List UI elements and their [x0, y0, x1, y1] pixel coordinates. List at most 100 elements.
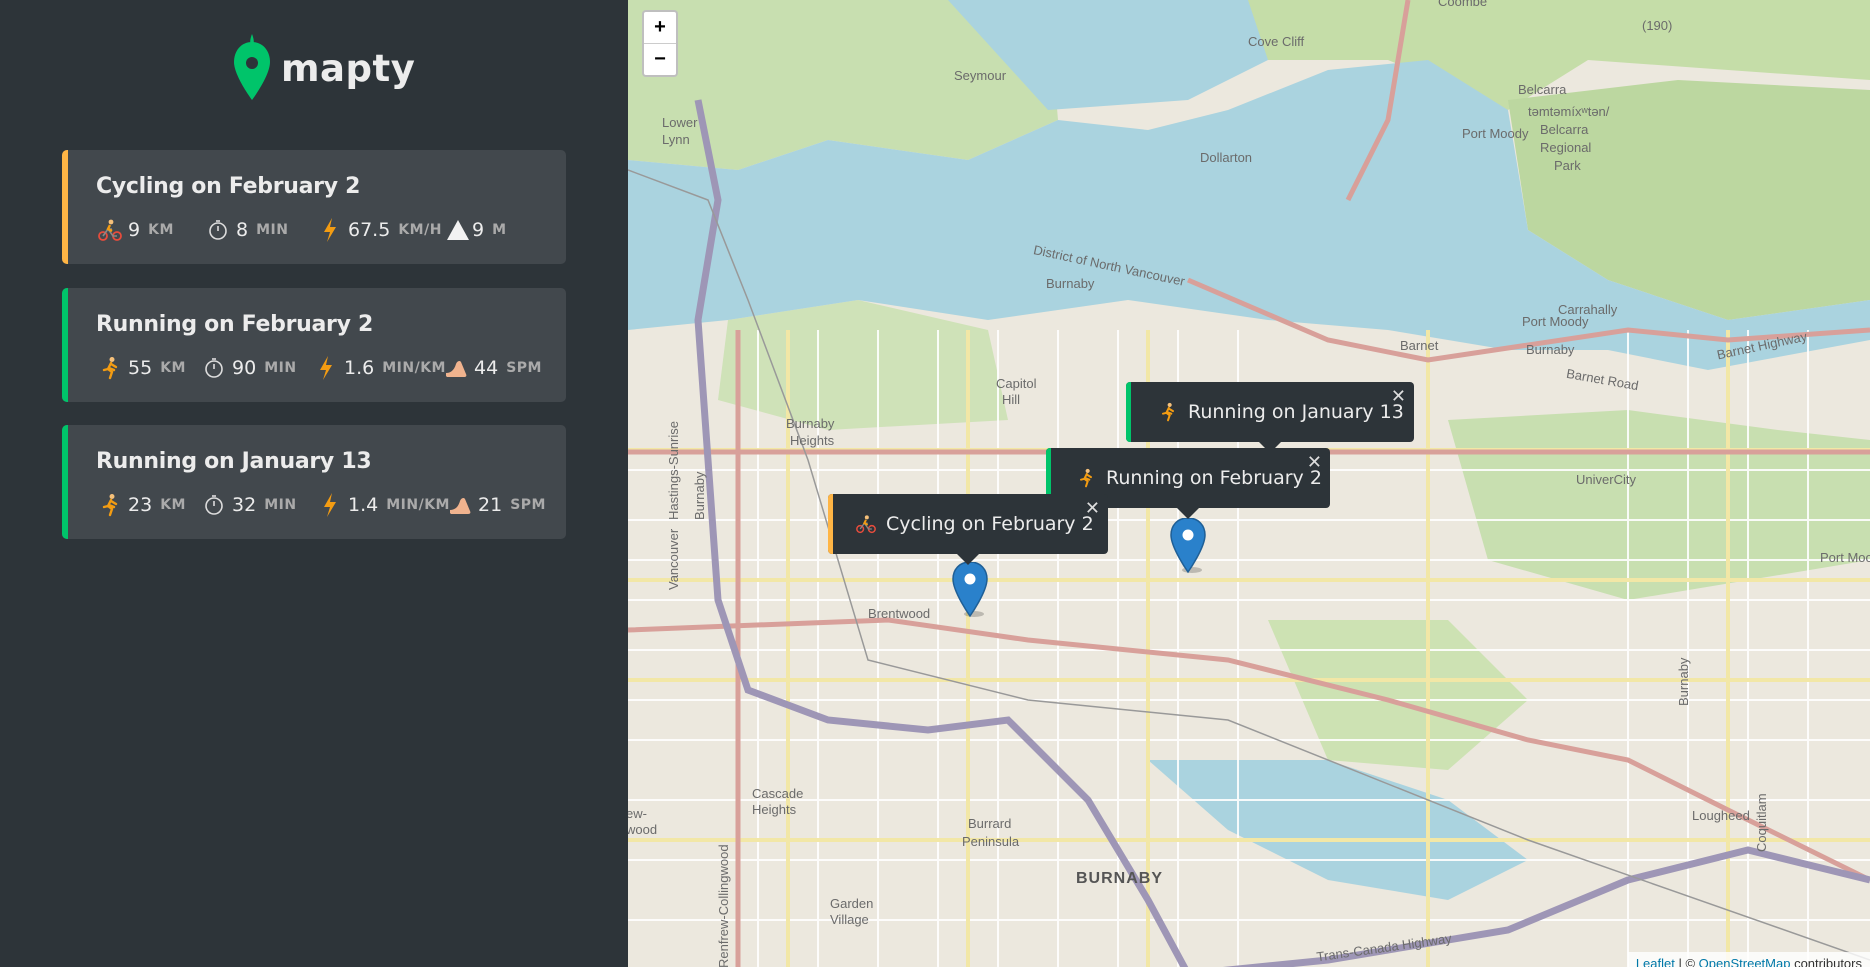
place-label-regional: Regional: [1540, 140, 1592, 155]
runner-icon: [98, 356, 122, 380]
footprint-icon: [448, 493, 472, 517]
place-label-tamtamixwtan: təmtəmíxʷtən/: [1528, 104, 1610, 119]
duration-value: 8: [236, 219, 249, 241]
duration-unit: MIN: [264, 360, 297, 376]
speed-unit: KM/H: [398, 222, 442, 238]
popup-tip: [956, 553, 980, 565]
zoom-control: + −: [642, 10, 678, 77]
workout-item-running-feb-2[interactable]: Running on February 2 55 KM 90 MIN 1.6 M…: [62, 288, 566, 402]
place-label-burnaby-v2: Burnaby: [1676, 657, 1691, 706]
place-label-lynn: Lynn: [662, 132, 690, 147]
workout-type-stripe: [62, 288, 68, 402]
footprint-icon: [444, 356, 468, 380]
popup-label: Running on January 13: [1188, 401, 1404, 423]
speed-value: 67.5: [348, 219, 391, 241]
close-icon[interactable]: ✕: [1391, 386, 1406, 407]
lightning-icon: [318, 218, 342, 242]
runner-icon: [1076, 468, 1096, 488]
place-label-seymour: Seymour: [954, 68, 1007, 83]
pace-unit: MIN/KM: [386, 497, 450, 513]
workout-type-stripe: [62, 425, 68, 539]
place-label-village: Village: [830, 912, 869, 927]
place-label-hill: Hill: [1002, 392, 1021, 407]
place-label-park: Park: [1554, 158, 1581, 173]
map-marker-cycling[interactable]: [952, 562, 988, 618]
workout-title: Cycling on February 2: [96, 174, 361, 199]
pace-value: 1.6: [344, 357, 375, 379]
place-label-burnaby-heights: Burnaby: [786, 416, 835, 431]
sidebar: mapty Cycling on February 2 9 KM 8 MIN 6…: [0, 0, 628, 967]
workout-detail-distance: 55 KM: [98, 356, 186, 380]
runner-icon: [98, 493, 122, 517]
route-190: (190): [1642, 18, 1673, 33]
workout-detail-elevation: 9 M: [446, 218, 507, 242]
distance-unit: KM: [160, 497, 186, 513]
distance-value: 23: [128, 494, 153, 516]
workout-item-cycling-feb-2[interactable]: Cycling on February 2 9 KM 8 MIN 67.5 KM…: [62, 150, 566, 264]
distance-value: 9: [128, 219, 141, 241]
place-label-burnaby-big: BURNABY: [1076, 870, 1163, 887]
workout-detail-cadence: 44 SPM: [444, 356, 542, 380]
workout-title: Running on February 2: [96, 312, 373, 337]
duration-value: 32: [232, 494, 257, 516]
popup-label: Running on February 2: [1106, 467, 1322, 489]
duration-value: 90: [232, 357, 257, 379]
pace-unit: MIN/KM: [382, 360, 446, 376]
place-label-lower: Lower: [662, 115, 698, 130]
zoom-out-button[interactable]: −: [644, 43, 676, 75]
workout-detail-pace: 1.6 MIN/KM: [314, 356, 446, 380]
place-label-port-moody: Port Moody: [1462, 126, 1529, 141]
workout-detail-cadence: 21 SPM: [448, 493, 546, 517]
place-label-garden: Garden: [830, 896, 874, 911]
map-marker-running[interactable]: [1170, 518, 1206, 574]
distance-unit: KM: [148, 222, 174, 238]
popup-type-stripe: [1126, 382, 1131, 442]
place-label-cove-cliff: Cove Cliff: [1248, 34, 1305, 49]
pace-value: 1.4: [348, 494, 379, 516]
place-label-port-moo: Port Moo: [1820, 550, 1870, 565]
popup-label: Cycling on February 2: [886, 513, 1094, 535]
place-label-cascade: Cascade: [752, 786, 804, 801]
runner-icon: [1158, 402, 1178, 422]
map[interactable]: Coombe Cove Cliff Seymour Lower Lynn Dol…: [628, 0, 1870, 967]
workout-detail-duration: 32 MIN: [202, 493, 297, 517]
stopwatch-icon: [202, 356, 226, 380]
cadence-value: 44: [474, 357, 499, 379]
place-label-brentwood: Brentwood: [868, 606, 931, 621]
distance-unit: KM: [160, 360, 186, 376]
place-label-capitol: Capitol: [996, 376, 1037, 391]
leaflet-link[interactable]: Leaflet: [1636, 956, 1675, 967]
cyclist-icon: [856, 514, 876, 534]
place-label-dollarton: Dollarton: [1200, 150, 1253, 165]
lightning-icon: [318, 493, 342, 517]
duration-unit: MIN: [256, 222, 289, 238]
map-attribution: Leaflet | © OpenStreetMap contributors: [1627, 952, 1870, 967]
place-label-port-moody-2: Port Moody: [1522, 314, 1589, 329]
logo: mapty: [233, 34, 415, 102]
place-label-wood: wood: [628, 822, 658, 837]
workout-title: Running on January 13: [96, 449, 372, 474]
zoom-in-button[interactable]: +: [644, 12, 676, 43]
stopwatch-icon: [202, 493, 226, 517]
map-popup-cycling-feb-2[interactable]: Cycling on February 2 ✕: [828, 494, 1108, 565]
workout-type-stripe: [62, 150, 68, 264]
map-popup-running-jan-13[interactable]: Running on January 13 ✕: [1126, 382, 1414, 453]
place-label-burrard: Burrard: [968, 816, 1012, 831]
close-icon[interactable]: ✕: [1307, 452, 1322, 473]
place-label-renfrew-collingwood: Renfrew-Collingwood: [716, 844, 731, 967]
workout-detail-distance: 9 KM: [98, 218, 174, 242]
place-label-barnet: Barnet: [1400, 338, 1439, 353]
duration-unit: MIN: [264, 497, 297, 513]
attribution-tail: contributors: [1790, 955, 1862, 967]
cadence-value: 21: [478, 494, 503, 516]
place-label-cascade-heights: Heights: [752, 802, 797, 817]
place-label-coquitlam: Coquitlam: [1754, 793, 1769, 852]
close-icon[interactable]: ✕: [1085, 498, 1100, 519]
workout-item-running-jan-13[interactable]: Running on January 13 23 KM 32 MIN 1.4 M…: [62, 425, 566, 539]
stopwatch-icon: [206, 218, 230, 242]
mountain-icon: [446, 218, 470, 242]
place-label-vancouver: Vancouver: [666, 528, 681, 590]
workout-detail-pace: 1.4 MIN/KM: [318, 493, 450, 517]
openstreetmap-link[interactable]: OpenStreetMap: [1699, 956, 1791, 967]
workout-detail-speed: 67.5 KM/H: [318, 218, 442, 242]
